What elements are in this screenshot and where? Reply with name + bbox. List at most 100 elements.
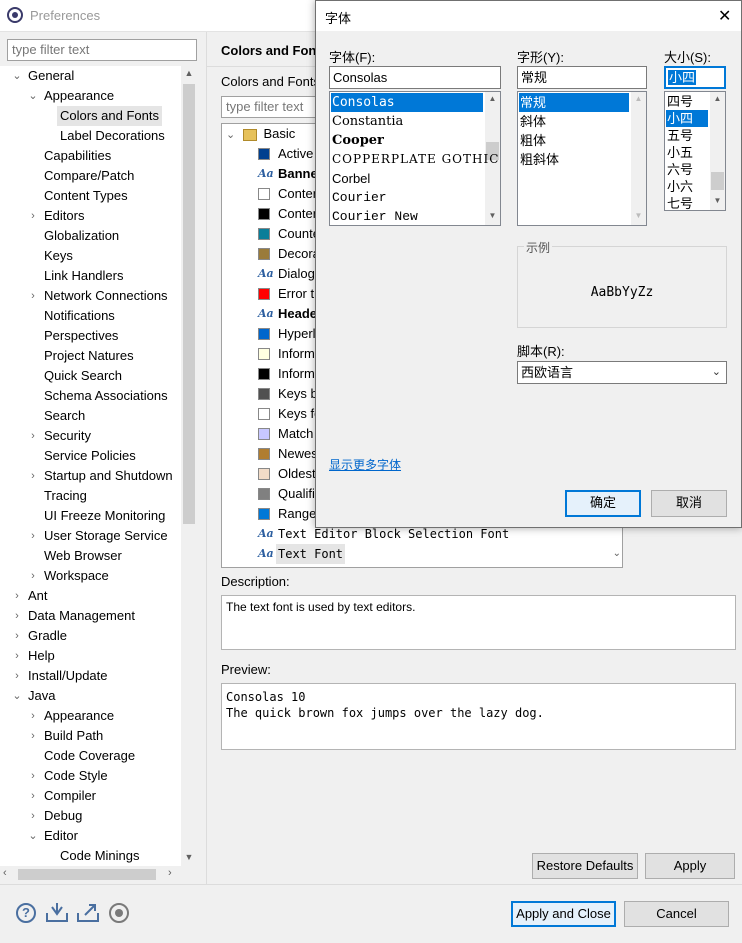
font-list[interactable]: ▲ ▼ Consolas Constantia Cooper COPPERPLATE … bbox=[329, 91, 501, 226]
chevron-right-icon[interactable]: › bbox=[12, 586, 22, 606]
font-scroll-down-icon[interactable]: ▼ bbox=[485, 211, 500, 220]
list-item[interactable]: 小四 bbox=[666, 110, 708, 127]
chevron-down-icon[interactable]: ⌄ bbox=[12, 686, 22, 706]
chevron-right-icon[interactable]: › bbox=[28, 426, 38, 446]
list-item[interactable]: 五号 bbox=[666, 127, 708, 144]
script-select[interactable]: 西欧语言 ⌄ bbox=[517, 361, 727, 384]
chevron-right-icon[interactable]: › bbox=[28, 566, 38, 586]
list-item[interactable]: Constantia bbox=[331, 112, 483, 131]
sidebar-item[interactable]: Compare/Patch bbox=[0, 166, 181, 186]
import-icon[interactable] bbox=[46, 903, 68, 923]
size-scroll-thumb[interactable] bbox=[711, 172, 724, 190]
sidebar-item[interactable]: › Editors bbox=[0, 206, 181, 226]
list-item[interactable]: Courier bbox=[331, 188, 483, 207]
chevron-right-icon[interactable]: › bbox=[28, 286, 38, 306]
list-item[interactable]: Consolas bbox=[331, 93, 483, 112]
font-size-input[interactable]: 小四 bbox=[664, 66, 726, 89]
list-item[interactable]: 小五 bbox=[666, 144, 708, 161]
scroll-left-icon[interactable]: ‹ bbox=[3, 867, 7, 879]
sidebar-item[interactable]: › Help bbox=[0, 646, 181, 666]
scroll-up-icon[interactable]: ▲ bbox=[181, 68, 197, 78]
chevron-down-icon[interactable]: ⌄ bbox=[28, 86, 38, 106]
chevron-right-icon[interactable]: › bbox=[28, 466, 38, 486]
sidebar-item[interactable]: Link Handlers bbox=[0, 266, 181, 286]
sidebar-item[interactable]: › Appearance bbox=[0, 706, 181, 726]
chevron-right-icon[interactable]: › bbox=[12, 626, 22, 646]
dialog-cancel-button[interactable]: 取消 bbox=[651, 490, 727, 517]
sidebar-item[interactable]: Content Types bbox=[0, 186, 181, 206]
scroll-thumb[interactable] bbox=[183, 84, 195, 524]
cancel-button[interactable]: Cancel bbox=[624, 901, 729, 927]
sidebar-item[interactable]: Perspectives bbox=[0, 326, 181, 346]
sidebar-item[interactable]: › Install/Update bbox=[0, 666, 181, 686]
help-icon[interactable]: ? bbox=[16, 903, 36, 923]
sidebar-item[interactable]: › Gradle bbox=[0, 626, 181, 646]
tree-root-basic[interactable]: ⌄ Basic bbox=[226, 124, 295, 144]
list-item[interactable]: Cooper bbox=[331, 131, 483, 150]
sidebar-item[interactable]: Web Browser bbox=[0, 546, 181, 566]
sidebar-item[interactable]: › Network Connections bbox=[0, 286, 181, 306]
sidebar-item[interactable]: › Build Path bbox=[0, 726, 181, 746]
chevron-right-icon[interactable]: › bbox=[12, 606, 22, 626]
sidebar-item[interactable]: Capabilities bbox=[0, 146, 181, 166]
sidebar-item[interactable]: ⌄ Appearance bbox=[0, 86, 181, 106]
sidebar-item[interactable]: ⌄ Editor bbox=[0, 826, 181, 846]
chevron-right-icon[interactable]: › bbox=[12, 666, 22, 686]
tree-horizontal-scrollbar[interactable]: ‹ › bbox=[0, 866, 197, 883]
sidebar-item[interactable]: › User Storage Service bbox=[0, 526, 181, 546]
scroll-down-icon[interactable]: ▼ bbox=[181, 852, 197, 862]
sidebar-item[interactable]: Label Decorations bbox=[0, 126, 181, 146]
sidebar-item[interactable]: Notifications bbox=[0, 306, 181, 326]
sidebar-item[interactable]: Service Policies bbox=[0, 446, 181, 466]
style-list-scrollbar[interactable]: ▲ ▼ bbox=[631, 92, 646, 225]
list-item[interactable]: 粗斜体 bbox=[519, 150, 629, 169]
sidebar-filter-input[interactable]: type filter text bbox=[7, 39, 197, 61]
chevron-down-icon[interactable]: ⌄ bbox=[28, 826, 38, 846]
style-scroll-up-icon[interactable]: ▲ bbox=[631, 94, 646, 103]
sidebar-item[interactable]: ⌄ Java bbox=[0, 686, 181, 706]
font-size-list[interactable]: ▲ ▼ 四号 小四 五号 小五 六号 小六 七号 bbox=[664, 91, 726, 211]
size-list-scrollbar[interactable]: ▲ ▼ bbox=[710, 92, 725, 210]
show-more-fonts-link[interactable]: 显示更多字体 bbox=[329, 456, 401, 473]
hscroll-thumb[interactable] bbox=[18, 869, 156, 880]
sidebar-item[interactable]: Schema Associations bbox=[0, 386, 181, 406]
close-icon[interactable]: ✕ bbox=[718, 6, 731, 26]
sidebar-item[interactable]: Project Natures bbox=[0, 346, 181, 366]
chevron-down-icon[interactable]: ⌄ bbox=[12, 66, 22, 86]
list-item[interactable]: COPPERPLATE GOTHIC bbox=[331, 150, 498, 169]
chevron-right-icon[interactable]: › bbox=[28, 786, 38, 806]
list-item[interactable]: 常规 bbox=[519, 93, 629, 112]
export-icon[interactable] bbox=[77, 903, 99, 923]
chevron-down-icon[interactable]: ⌄ bbox=[226, 129, 235, 141]
chevron-right-icon[interactable]: › bbox=[28, 206, 38, 226]
list-item[interactable]: 粗体 bbox=[519, 131, 629, 150]
chevron-right-icon[interactable]: › bbox=[28, 726, 38, 746]
ctree-scroll-down-icon[interactable]: ⌄ bbox=[613, 548, 621, 559]
sidebar-item[interactable]: Colors and Fonts bbox=[0, 106, 181, 126]
sidebar-item[interactable]: Tracing bbox=[0, 486, 181, 506]
record-icon[interactable] bbox=[109, 903, 129, 923]
sidebar-item[interactable]: UI Freeze Monitoring bbox=[0, 506, 181, 526]
chevron-right-icon[interactable]: › bbox=[28, 526, 38, 546]
sidebar-item[interactable]: Quick Search bbox=[0, 366, 181, 386]
chevron-right-icon[interactable]: › bbox=[12, 646, 22, 666]
chevron-right-icon[interactable]: › bbox=[28, 766, 38, 786]
style-scroll-down-icon[interactable]: ▼ bbox=[631, 211, 646, 220]
sidebar-item[interactable]: › Ant bbox=[0, 586, 181, 606]
sidebar-item[interactable]: › Debug bbox=[0, 806, 181, 826]
list-item[interactable]: 小六 bbox=[666, 178, 708, 195]
sidebar-item[interactable]: Globalization bbox=[0, 226, 181, 246]
list-item[interactable]: 四号 bbox=[666, 93, 708, 110]
sidebar-item[interactable]: › Security bbox=[0, 426, 181, 446]
chevron-right-icon[interactable]: › bbox=[28, 706, 38, 726]
ok-button[interactable]: 确定 bbox=[565, 490, 641, 517]
list-item[interactable]: 七号 bbox=[666, 195, 708, 210]
sidebar-item[interactable]: Keys bbox=[0, 246, 181, 266]
sidebar-item[interactable]: Code Coverage bbox=[0, 746, 181, 766]
sidebar-item[interactable]: › Compiler bbox=[0, 786, 181, 806]
list-item[interactable]: 六号 bbox=[666, 161, 708, 178]
apply-and-close-button[interactable]: Apply and Close bbox=[511, 901, 616, 927]
sidebar-item[interactable]: › Workspace bbox=[0, 566, 181, 586]
sidebar-item[interactable]: Code Minings bbox=[0, 846, 181, 866]
sidebar-item[interactable]: ⌄ General bbox=[0, 66, 181, 86]
